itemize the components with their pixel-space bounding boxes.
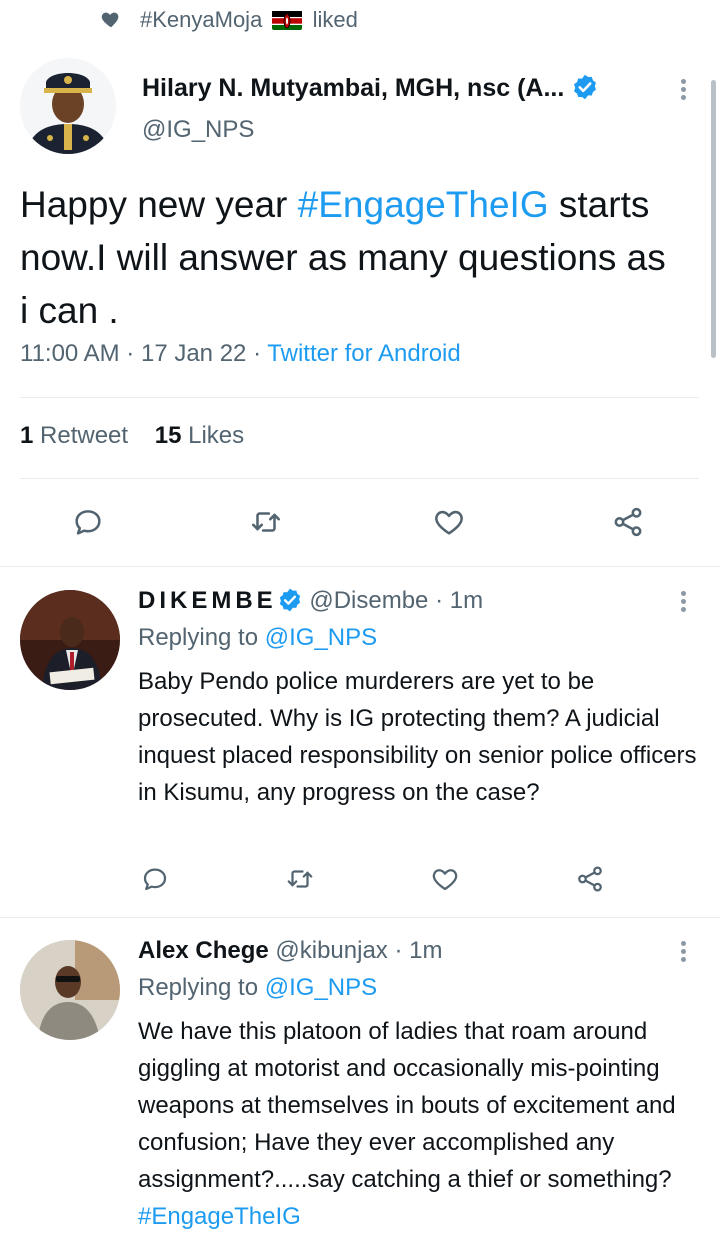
- more-icon[interactable]: [679, 938, 687, 965]
- replying-label: Replying to: [138, 624, 259, 651]
- author-avatar[interactable]: [20, 58, 116, 154]
- liked-hashtag: #KenyaMoja: [140, 7, 263, 32]
- reply-icon[interactable]: [71, 505, 105, 539]
- verified-badge-icon: [574, 74, 597, 100]
- replying-to: Replying to @IG_NPS: [138, 974, 377, 1002]
- reply-author-name[interactable]: Alex Chege: [138, 937, 269, 964]
- meta-separator: ·: [394, 937, 403, 964]
- retweet-label: Retweet: [40, 422, 129, 449]
- replying-to-handle[interactable]: @IG_NPS: [265, 974, 377, 1001]
- reply-avatar[interactable]: [20, 590, 120, 690]
- like-icon[interactable]: [432, 505, 466, 539]
- more-icon[interactable]: [679, 588, 687, 615]
- meta-separator: ·: [435, 587, 444, 614]
- share-icon[interactable]: [575, 864, 605, 894]
- reply-text: Baby Pendo police murderers are yet to b…: [138, 668, 697, 806]
- social-context[interactable]: #KenyaMoja liked: [0, 0, 720, 42]
- liked-label: liked: [312, 7, 358, 32]
- divider: [20, 397, 699, 398]
- reply-time: 1m: [409, 937, 443, 964]
- divider: [20, 478, 699, 479]
- reply-text: We have this platoon of ladies that roam…: [138, 1013, 708, 1235]
- reply-hashtag[interactable]: #EngageTheIG: [138, 1203, 301, 1230]
- heart-icon: [101, 12, 119, 28]
- meta-separator: ·: [253, 340, 262, 367]
- engagement-counts: 1 Retweet 15 Likes: [20, 422, 244, 450]
- tweet-client-link[interactable]: Twitter for Android: [267, 340, 460, 367]
- replying-to: Replying to @IG_NPS: [138, 624, 377, 652]
- retweet-count: 1: [20, 422, 34, 449]
- tweet-date: 17 Jan 22: [140, 340, 247, 367]
- scrollbar[interactable]: [711, 80, 716, 358]
- tweet-meta: 11:00 AM · 17 Jan 22 · Twitter for Andro…: [20, 340, 461, 368]
- tweet-time: 11:00 AM: [20, 340, 120, 367]
- reply-text-part: We have this platoon of ladies that roam…: [138, 1018, 676, 1193]
- reply-header: Alex Chege @kibunjax · 1m: [138, 935, 443, 967]
- replying-label: Replying to: [138, 974, 259, 1001]
- tweet-text: Happy new year #EngageTheIG starts now.I…: [20, 178, 680, 337]
- reply-author-name[interactable]: DIKEMBE: [138, 587, 277, 614]
- author-handle[interactable]: @IG_NPS: [142, 116, 254, 144]
- reply-header: DIKEMBE @Disembe · 1m: [138, 585, 483, 617]
- retweet-icon[interactable]: [249, 505, 283, 539]
- author-name[interactable]: Hilary N. Mutyambai, MGH, nsc (A...: [142, 72, 599, 104]
- retweet-count-link[interactable]: 1 Retweet: [20, 422, 128, 449]
- kenya-flag-icon: [272, 10, 303, 30]
- replying-to-handle[interactable]: @IG_NPS: [265, 624, 377, 651]
- reply-author-handle[interactable]: @kibunjax: [275, 937, 387, 964]
- reply-icon[interactable]: [140, 864, 170, 894]
- like-icon[interactable]: [430, 864, 460, 894]
- author-name-text: Hilary N. Mutyambai, MGH, nsc (A...: [142, 74, 565, 102]
- reply-author-handle[interactable]: @Disembe: [309, 587, 428, 614]
- retweet-icon[interactable]: [285, 864, 315, 894]
- tweet-hashtag[interactable]: #EngageTheIG: [298, 184, 549, 225]
- like-count: 15: [154, 422, 182, 449]
- share-icon[interactable]: [611, 505, 645, 539]
- divider: [0, 917, 720, 918]
- verified-badge-icon: [279, 588, 300, 612]
- tweet-text-part: Happy new year: [20, 184, 298, 225]
- reply-time: 1m: [449, 587, 484, 614]
- like-count-link[interactable]: 15 Likes: [155, 422, 244, 449]
- reply-avatar[interactable]: [20, 940, 120, 1040]
- more-icon[interactable]: [679, 76, 687, 103]
- like-label: Likes: [188, 422, 245, 449]
- meta-separator: ·: [126, 340, 135, 367]
- divider: [0, 566, 720, 567]
